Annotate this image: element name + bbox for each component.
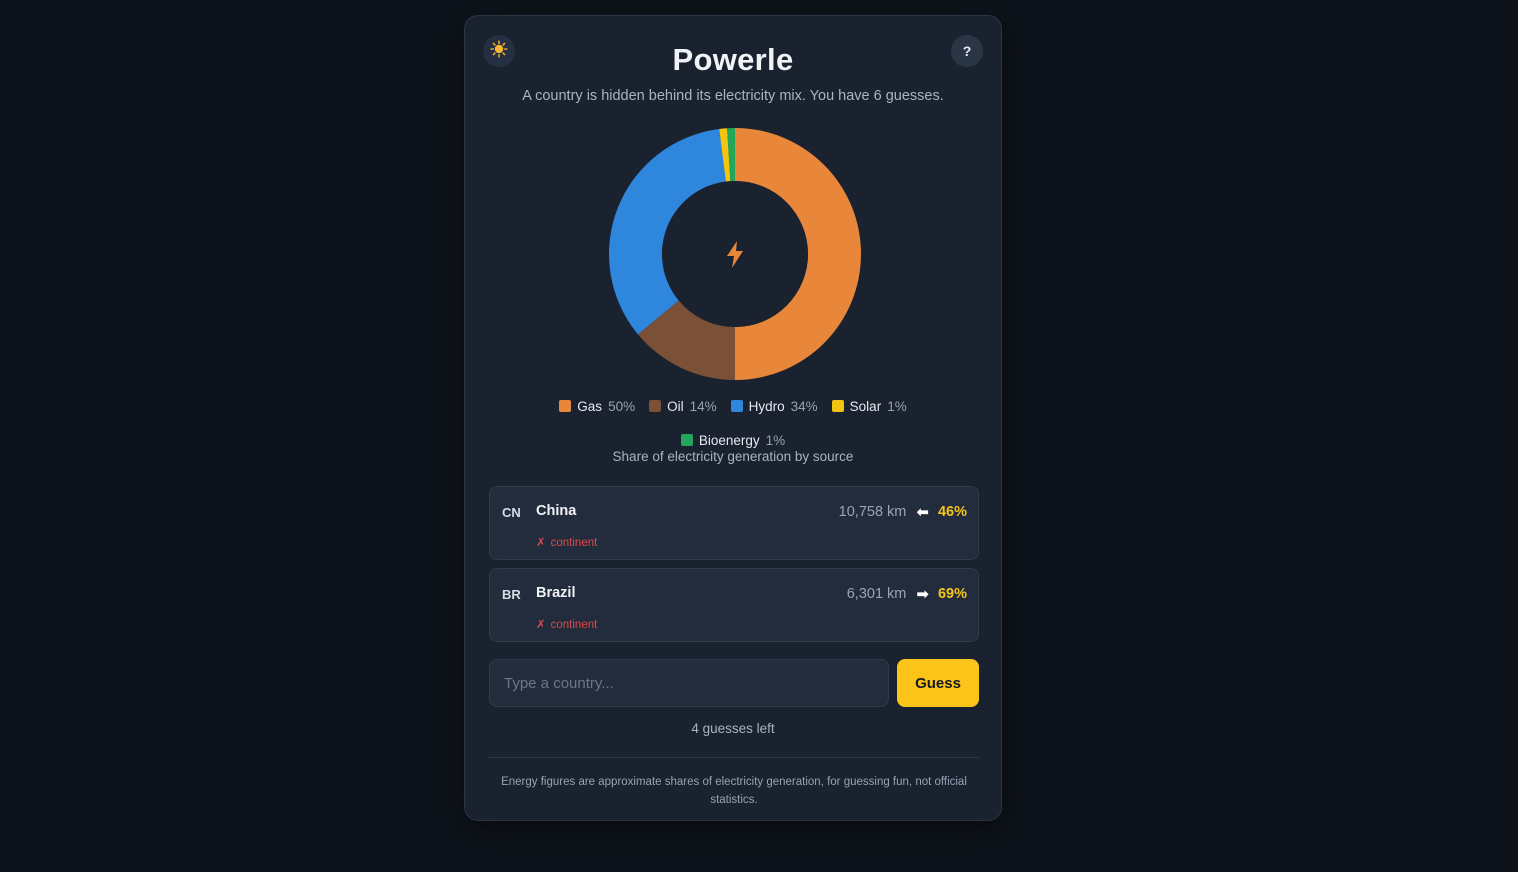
legend-percent: 50% [608,398,636,414]
country-name: Brazil [536,585,576,601]
legend-item: Bioenergy 1% [680,431,786,449]
guess-row: BR Brazil 6,301 km ➡ 69% ✗ continent [489,568,979,642]
page-title: Powerle [672,42,794,77]
cross-icon: ✗ [536,537,546,549]
disclaimer-note: Energy figures are approximate shares of… [501,776,967,806]
legend-label: Oil [667,398,684,414]
continent-hint: ✗ continent [536,535,597,549]
guess-feedback: 10,758 km ⬅ 46% [839,503,967,521]
distance-value: 6,301 km [846,586,907,602]
proximity-percent: 69% [937,586,967,602]
divider [489,757,979,758]
legend-label: Solar [849,398,882,414]
country-code: BR [502,587,521,602]
cross-icon: ✗ [536,619,546,631]
legend-swatch [649,400,662,412]
legend-item: Gas 50% [559,397,635,415]
proximity-percent: 46% [937,504,967,520]
guess-row: CN China 10,758 km ⬅ 46% ✗ continent [489,486,979,560]
country-code: CN [502,505,521,520]
legend-item: Hydro 34% [730,397,818,415]
hint-label: continent [550,537,598,549]
legend-percent: 34% [790,398,818,414]
legend-swatch [831,400,844,412]
legend-swatch [730,400,743,412]
direction-arrow-icon: ➡ [916,586,929,603]
legend-swatch [680,434,693,446]
direction-arrow-icon: ⬅ [916,504,929,521]
game-card: ? Powerle A country is hidden behind its… [464,15,1002,821]
legend-percent: 1% [765,432,786,448]
hint-label: continent [550,619,598,631]
guess-button[interactable]: Guess [897,659,979,707]
guesses-left-counter: 4 guesses left [691,721,775,736]
legend-label: Bioenergy [698,432,760,448]
legend-item: Oil 14% [649,397,717,415]
energy-mix-donut-chart [609,128,861,380]
country-search-input[interactable] [489,659,889,707]
legend-percent: 1% [887,398,907,414]
guess-feedback: 6,301 km ➡ 69% [847,585,967,603]
chart-caption: Share of electricity generation by sourc… [612,449,854,464]
continent-hint: ✗ continent [536,617,597,631]
legend-label: Hydro [748,398,785,414]
chart-legend: Gas 50% Oil 14% Hydro 34% Solar 1% Bioenergy 1% [535,397,931,449]
country-name: China [536,503,577,519]
legend-percent: 14% [689,398,717,414]
legend-swatch [559,400,572,412]
legend-label: Gas [577,398,603,414]
legend-item: Solar 1% [831,397,907,415]
page-subtitle: A country is hidden behind its electrici… [522,88,944,104]
distance-value: 10,758 km [838,504,907,520]
